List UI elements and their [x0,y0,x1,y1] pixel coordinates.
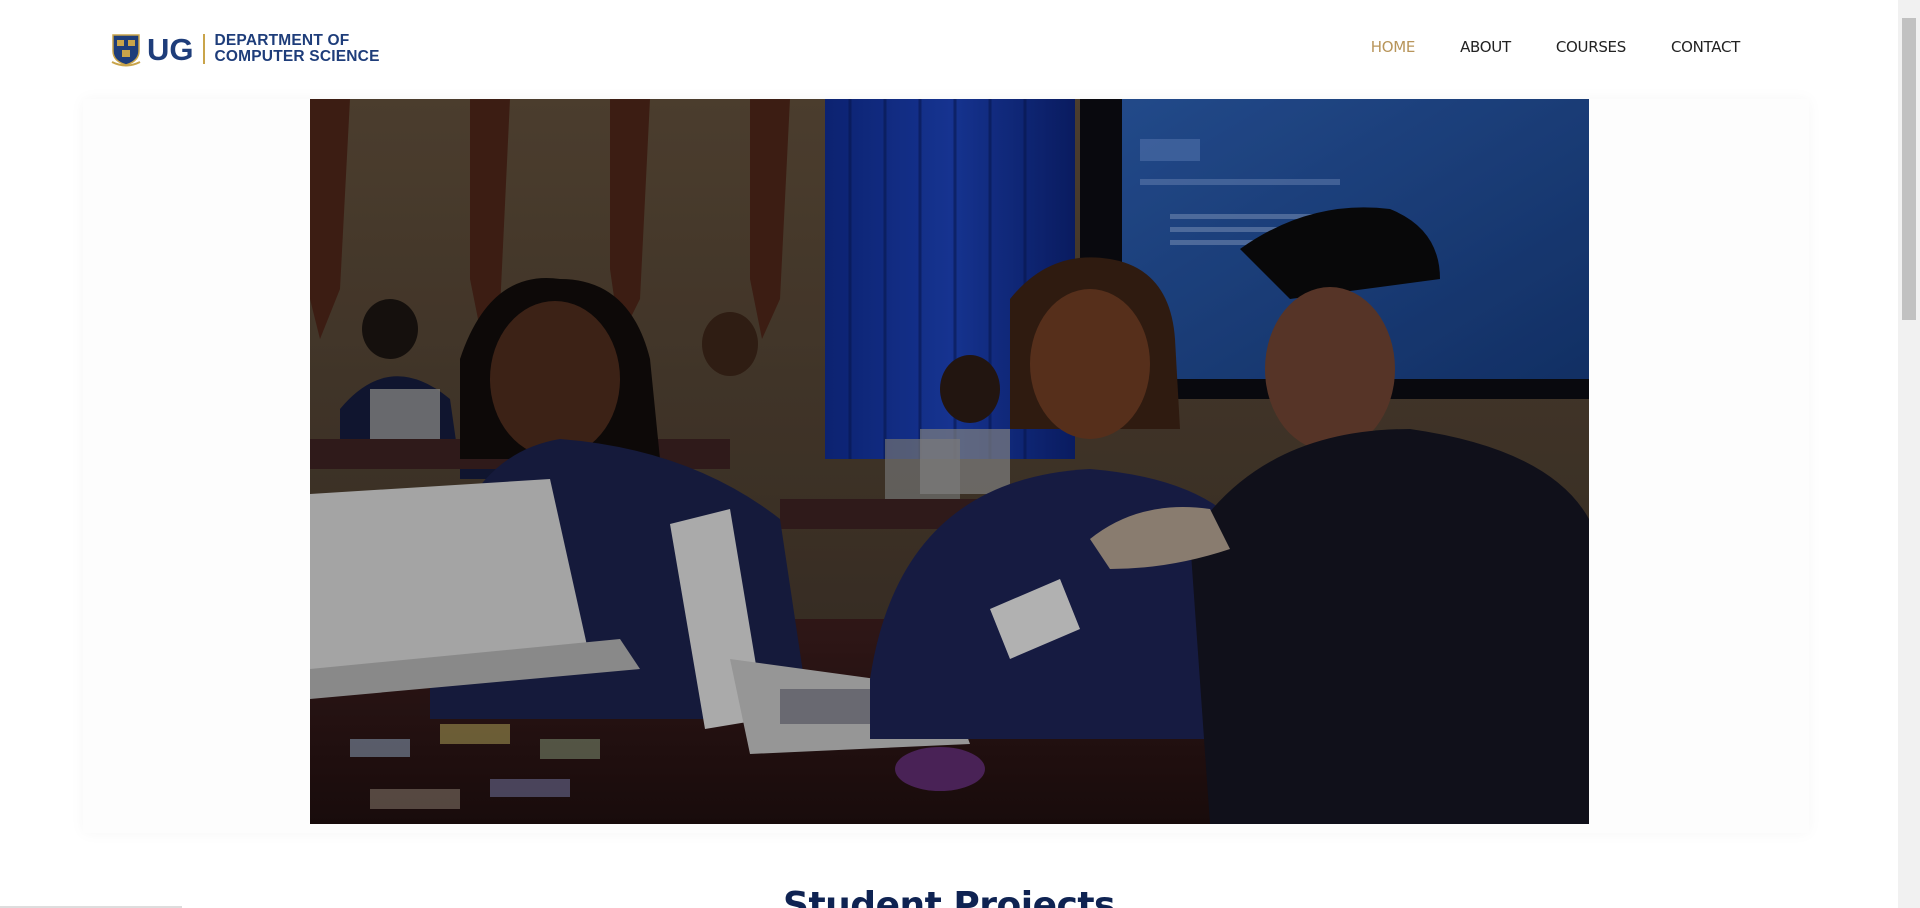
logo-line-1: DEPARTMENT OF [214,32,350,49]
nav-home[interactable]: HOME [1371,38,1416,56]
nav-about[interactable]: ABOUT [1460,38,1511,56]
logo-mark: UG [147,31,194,67]
page: UG DEPARTMENT OF COMPUTER SCIENCE HOME A… [0,0,1920,908]
main-nav: HOME ABOUT COURSES CONTACT [1326,38,1741,56]
scrollbar-thumb[interactable] [1902,18,1916,320]
hero-image [310,99,1589,824]
logo-divider [202,34,205,64]
nav-contact[interactable]: CONTACT [1671,38,1740,56]
university-crest-icon [111,31,141,67]
page-scrollbar[interactable] [1898,0,1920,908]
logo-text: DEPARTMENT OF COMPUTER SCIENCE [215,33,380,65]
site-header: UG DEPARTMENT OF COMPUTER SCIENCE HOME A… [0,0,1898,100]
logo-line-2: COMPUTER SCIENCE [214,48,380,65]
nav-courses[interactable]: COURSES [1556,38,1626,56]
section-title: Student Projects [783,884,1115,908]
site-logo[interactable]: UG DEPARTMENT OF COMPUTER SCIENCE [111,30,380,68]
